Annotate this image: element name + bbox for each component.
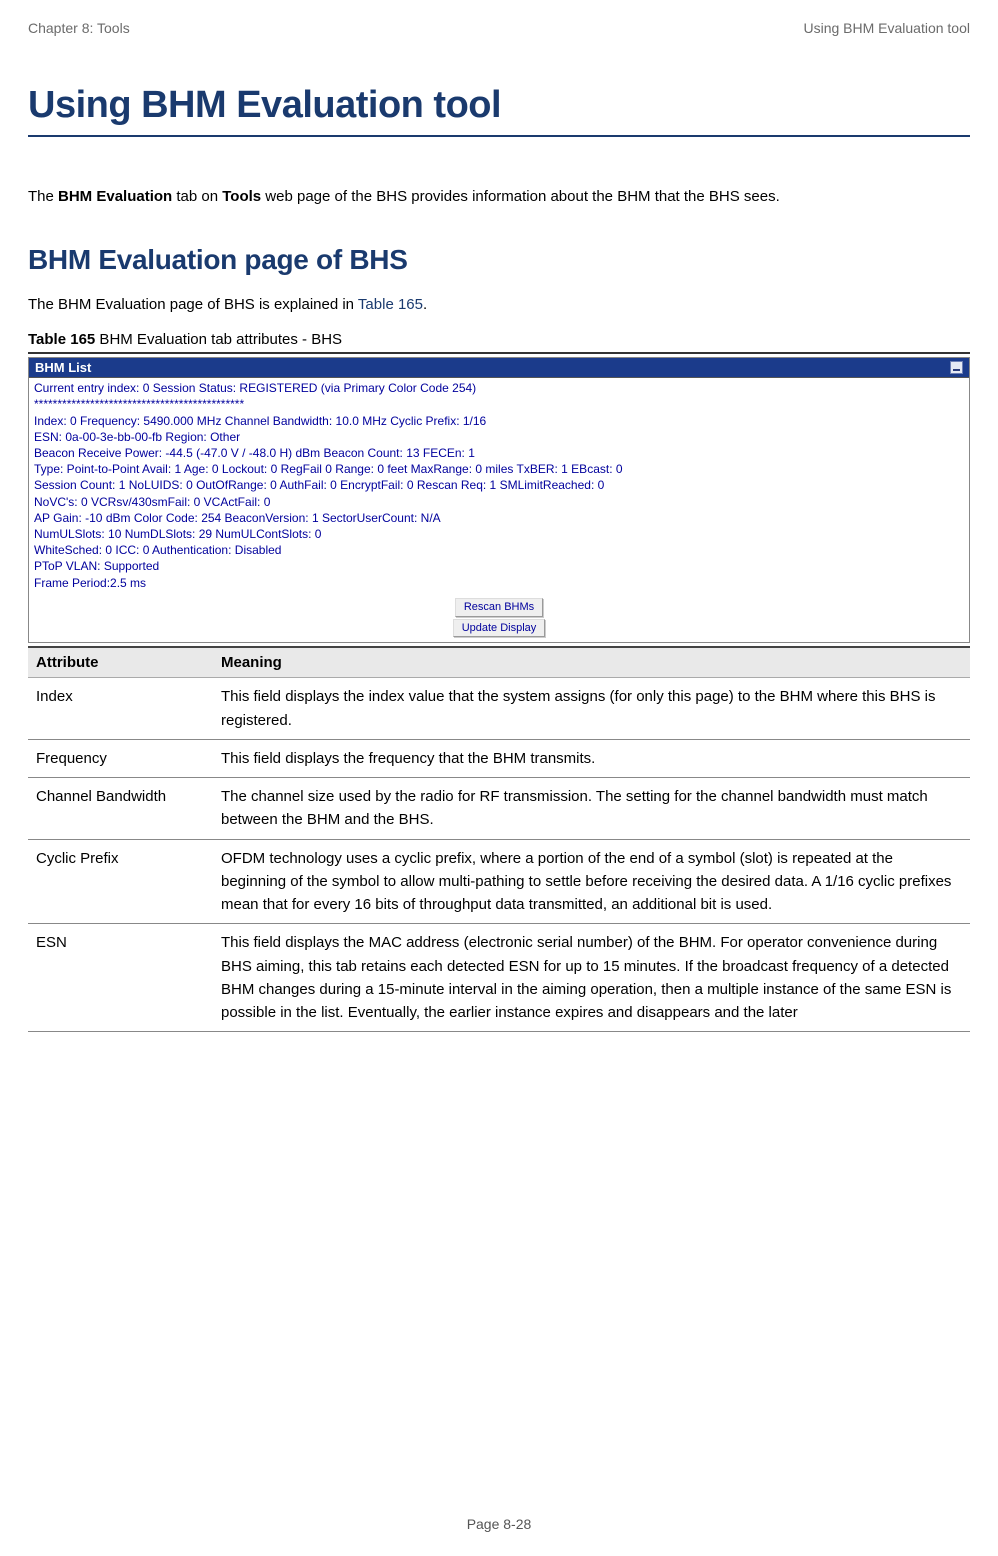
bhm-list-titlebar: BHM List [29, 358, 969, 378]
page-footer: Page 8-28 [0, 1516, 998, 1532]
bhm-line: Current entry index: 0 Session Status: R… [34, 380, 964, 396]
col-meaning-header: Meaning [213, 647, 970, 678]
header-right: Using BHM Evaluation tool [803, 20, 970, 36]
attr-cell: Frequency [28, 739, 213, 777]
bhm-list-panel: BHM List Current entry index: 0 Session … [28, 357, 970, 643]
table-row: Channel Bandwidth The channel size used … [28, 778, 970, 840]
bhm-line: ESN: 0a-00-3e-bb-00-fb Region: Other [34, 429, 964, 445]
bhm-list-body: Current entry index: 0 Session Status: R… [29, 378, 969, 642]
bhm-line: Frame Period:2.5 ms [34, 575, 964, 591]
table-row: ESN This field displays the MAC address … [28, 924, 970, 1032]
attr-cell: Channel Bandwidth [28, 778, 213, 840]
bhm-list-title: BHM List [35, 360, 91, 375]
table-caption: Table 165 BHM Evaluation tab attributes … [28, 331, 970, 348]
meaning-cell: OFDM technology uses a cyclic prefix, wh… [213, 839, 970, 924]
attr-cell: Index [28, 678, 213, 740]
bhm-line: ****************************************… [34, 396, 964, 412]
intro-suffix: web page of the BHS provides information… [261, 188, 780, 205]
bhm-line: Type: Point-to-Point Avail: 1 Age: 0 Loc… [34, 461, 964, 477]
table-row: Cyclic Prefix OFDM technology uses a cyc… [28, 839, 970, 924]
bhm-line: NumULSlots: 10 NumDLSlots: 29 NumULContS… [34, 526, 964, 542]
page-header: Chapter 8: Tools Using BHM Evaluation to… [28, 20, 970, 36]
table-caption-number: Table 165 [28, 331, 95, 348]
intro-bold1: BHM Evaluation [58, 188, 172, 205]
bhm-line: Beacon Receive Power: -44.5 (-47.0 V / -… [34, 445, 964, 461]
bhm-line: NoVC's: 0 VCRsv/430smFail: 0 VCActFail: … [34, 494, 964, 510]
bhm-line: Session Count: 1 NoLUIDS: 0 OutOfRange: … [34, 477, 964, 493]
intro-prefix: The [28, 188, 58, 205]
bhm-line: WhiteSched: 0 ICC: 0 Authentication: Dis… [34, 542, 964, 558]
table-caption-text: BHM Evaluation tab attributes - BHS [95, 331, 342, 348]
meaning-cell: This field displays the index value that… [213, 678, 970, 740]
col-attribute-header: Attribute [28, 647, 213, 678]
intro-paragraph: The BHM Evaluation tab on Tools web page… [28, 185, 970, 208]
update-display-button[interactable]: Update Display [453, 619, 546, 638]
table-row: Frequency This field displays the freque… [28, 739, 970, 777]
header-left: Chapter 8: Tools [28, 20, 130, 36]
meaning-cell: This field displays the frequency that t… [213, 739, 970, 777]
table-reference-link[interactable]: Table 165 [358, 296, 423, 313]
bhm-line: AP Gain: -10 dBm Color Code: 254 BeaconV… [34, 510, 964, 526]
intro-mid: tab on [172, 188, 222, 205]
bhm-buttons-row: Rescan BHMs Update Display [34, 597, 964, 639]
bhm-line: Index: 0 Frequency: 5490.000 MHz Channel… [34, 413, 964, 429]
explain-suffix: . [423, 296, 427, 313]
section-heading: BHM Evaluation page of BHS [28, 244, 970, 276]
intro-bold2: Tools [222, 188, 261, 205]
rescan-bhms-button[interactable]: Rescan BHMs [455, 598, 543, 617]
meaning-cell: This field displays the MAC address (ele… [213, 924, 970, 1032]
caption-divider [28, 352, 970, 354]
minimize-icon[interactable] [950, 361, 963, 374]
attr-cell: ESN [28, 924, 213, 1032]
page-title: Using BHM Evaluation tool [28, 84, 970, 137]
bhm-line: PToP VLAN: Supported [34, 558, 964, 574]
attributes-table: Attribute Meaning Index This field displ… [28, 646, 970, 1032]
explain-paragraph: The BHM Evaluation page of BHS is explai… [28, 296, 970, 313]
explain-prefix: The BHM Evaluation page of BHS is explai… [28, 296, 358, 313]
attr-cell: Cyclic Prefix [28, 839, 213, 924]
meaning-cell: The channel size used by the radio for R… [213, 778, 970, 840]
table-row: Index This field displays the index valu… [28, 678, 970, 740]
table-header-row: Attribute Meaning [28, 647, 970, 678]
